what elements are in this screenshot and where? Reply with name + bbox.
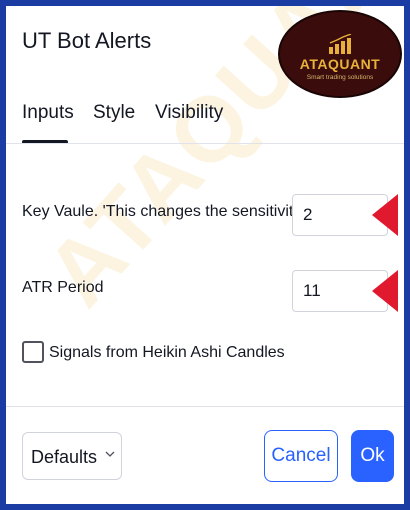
key-value-label: Key Vaule. 'This changes the sensitivity… (22, 203, 305, 220)
bar-chart-icon (329, 34, 352, 54)
logo-name: ATAQUANT (299, 56, 381, 72)
screenshot-frame: ATAQUANT UT Bot Alerts ATAQUANT Smart tr… (0, 0, 410, 510)
indicator-settings-dialog: ATAQUANT UT Bot Alerts ATAQUANT Smart tr… (6, 6, 404, 504)
brand-logo: ATAQUANT Smart trading solutions (278, 10, 402, 98)
cancel-button[interactable]: Cancel (264, 430, 338, 482)
tab-visibility[interactable]: Visibility (155, 102, 223, 124)
logo-tagline: Smart trading solutions (306, 74, 374, 81)
dialog-title: UT Bot Alerts (22, 28, 152, 53)
heikin-ashi-label: Signals from Heikin Ashi Candles (49, 344, 285, 361)
ok-button[interactable]: Ok (351, 430, 394, 482)
atr-period-label: ATR Period (22, 279, 104, 296)
tab-divider (6, 143, 404, 144)
tab-style[interactable]: Style (93, 102, 135, 124)
red-pointer-marker (372, 194, 398, 236)
footer-divider (6, 406, 404, 407)
defaults-dropdown[interactable]: Defaults (22, 432, 122, 480)
red-pointer-marker (372, 270, 398, 312)
tab-inputs[interactable]: Inputs (22, 102, 74, 124)
chevron-down-icon (105, 451, 115, 457)
heikin-ashi-checkbox[interactable] (22, 341, 44, 363)
defaults-label: Defaults (31, 447, 98, 467)
